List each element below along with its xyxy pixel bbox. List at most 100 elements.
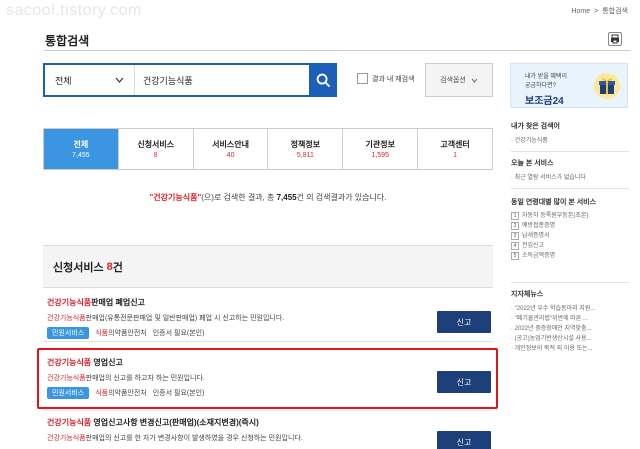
item-department: 식품의약품안전처 (95, 328, 147, 338)
popular-item[interactable]: 3 납세증명서 (511, 231, 629, 241)
dept-keyword: 식품 (95, 330, 109, 337)
list-item: 건강기능식품판매업 폐업신고 건강기능식품판매업(유통전문판매업 및 일반판매업… (43, 297, 493, 347)
rank-badge: 5 (511, 252, 519, 260)
tab-count: 1 (453, 152, 457, 159)
result-in-checkbox[interactable] (357, 73, 368, 84)
news-item[interactable]: · 2022년 중증장애인 지역맞춤... (511, 324, 629, 334)
recent-services: 오늘 본 서비스 · 최근 열람 서비스가 없습니다 (511, 158, 629, 183)
item-title-keyword: 건강기능식품 (47, 418, 92, 427)
summary-suffix: 건 의 검색결과가 있습니다. (296, 193, 387, 202)
item-description: 건강기능식품판매업(유통전문판매업 및 일반판매업) 폐업 시 신고하는 민원입… (47, 313, 284, 323)
popular-item[interactable]: 5 소득금액증명 (511, 251, 629, 261)
tab-count: 8 (153, 152, 158, 159)
search-button[interactable] (309, 63, 337, 97)
section-title: 신청서비스 (53, 261, 104, 274)
banner-line1: 내가 받을 혜택이 (525, 74, 567, 80)
item-description: 건강기능식품판매업의 신고를 한 자가 변경사항이 발생하였을 경우 신청하는 … (47, 433, 303, 443)
page-title: 통합검색 (45, 34, 90, 48)
side-divider (511, 151, 629, 152)
tab-label: 고객센터 (440, 140, 470, 149)
search-category-value: 전체 (55, 75, 72, 86)
search-options-button[interactable]: 검색옵션 (425, 63, 493, 97)
result-tabs: 전체 7,455 신청서비스 8 서비스안내 40 정책정보 5,811 기관정… (43, 128, 493, 170)
recent-title: 오늘 본 서비스 (511, 160, 554, 167)
highlight-box (37, 348, 498, 409)
popular-item[interactable]: 4 전입신고 (511, 241, 629, 251)
tab-policy-info[interactable]: 정책정보 5,811 (268, 129, 344, 169)
dept-text: 의약품안전처 (108, 330, 147, 337)
tab-count: 5,811 (296, 152, 314, 159)
popular-item-label: 자동차 등록원부등본(초본) (522, 213, 589, 219)
banner-brand: 보조금24 (525, 96, 564, 107)
search-icon (316, 73, 330, 87)
tab-agency-info[interactable]: 기관정보 1,595 (343, 129, 419, 169)
popular-item[interactable]: 1 자동차 등록원부등본(초본) (511, 211, 629, 221)
banner-line2: 궁금하다면? (525, 83, 556, 89)
item-desc-text: 판매업(유통전문판매업 및 일반판매업) 폐업 시 신고하는 민원입니다. (85, 315, 285, 322)
tab-count: 40 (226, 152, 235, 159)
apply-button[interactable]: 신고 (437, 431, 491, 449)
search-category-select[interactable]: 전체 (45, 65, 135, 95)
summary-keyword: "건강기능식품" (149, 193, 202, 202)
popular-item-label: 예방접종증명 (522, 223, 556, 229)
tab-customer-center[interactable]: 고객센터 1 (418, 129, 492, 169)
search-input[interactable] (135, 65, 335, 95)
print-icon (611, 34, 619, 44)
popular-item-label: 소득금액증명 (522, 253, 556, 259)
side-divider (511, 188, 629, 189)
item-divider (43, 341, 493, 342)
result-in-label: 결과 내 재검색 (372, 75, 415, 83)
tab-label: 정책정보 (290, 140, 321, 149)
my-search-item[interactable]: · 건강기능식품 (511, 136, 629, 146)
news-item[interactable]: · 개인정보의 목적 외 이용 또는... (511, 344, 629, 354)
tab-label: 서비스안내 (212, 140, 249, 149)
item-title[interactable]: 건강기능식품 영업신고사항 변경신고(판매업)(소재지변경)(즉시) (47, 417, 259, 428)
rank-badge: 1 (511, 212, 519, 220)
item-title-text: 영업신고사항 변경신고(판매업)(소재지변경)(즉시) (91, 418, 259, 427)
result-in-search[interactable]: 결과 내 재검색 (357, 73, 415, 84)
tab-apply-service[interactable]: 신청서비스 8 (119, 129, 194, 169)
apply-button[interactable]: 신고 (437, 311, 491, 333)
news-item[interactable]: · "2022년 우수 학습동아리 지원... (511, 304, 629, 314)
tab-all[interactable]: 전체 7,455 (44, 129, 119, 169)
summary-total: 7,455 (276, 193, 297, 202)
service-badge: 민원서비스 (47, 327, 90, 339)
item-divider (43, 410, 493, 411)
title-divider (44, 50, 630, 51)
news-item[interactable]: · "폐기물관리법"위반에 따른 ... (511, 314, 629, 324)
local-news: 지자체뉴스 · "2022년 우수 학습동아리 지원... · "폐기물관리법"… (511, 289, 629, 354)
gift-icon (594, 73, 620, 99)
summary-prefix: (으)로 검색한 결과, 총 (201, 193, 277, 202)
my-searches-title: 내가 찾은 검색어 (511, 123, 560, 130)
my-searches: 내가 찾은 검색어 · 건강기능식품 (511, 121, 629, 146)
item-cert: 인증서 필요(본인) (152, 330, 205, 337)
side-divider (511, 282, 629, 283)
tab-label: 기관정보 (365, 140, 395, 149)
tab-label: 신청서비스 (137, 140, 175, 149)
item-desc-keyword: 건강기능식품 (47, 315, 86, 322)
tab-service-guide[interactable]: 서비스안내 40 (194, 129, 269, 169)
popular-title: 동일 연령대별 많이 본 서비스 (511, 199, 597, 206)
list-item: 건강기능식품 영업신고사항 변경신고(판매업)(소재지변경)(즉시) 건강기능식… (43, 417, 493, 449)
item-meta: 민원서비스 식품의약품안전처 인증서 필요(본인) (47, 327, 204, 339)
tab-label: 전체 (73, 140, 89, 149)
popular-item[interactable]: 2 예방접종증명 (511, 221, 629, 231)
search-box: 전체 (43, 63, 337, 97)
news-item[interactable]: · (공고)농업기반생산시설 사용... (511, 334, 629, 344)
news-title: 지자체뉴스 (511, 291, 544, 298)
search-options-label: 검색옵션 (440, 77, 466, 84)
breadcrumb-current: 통합검색 (602, 8, 628, 15)
item-title[interactable]: 건강기능식품판매업 폐업신고 (47, 297, 145, 308)
item-desc-text: 판매업의 신고를 한 자가 변경사항이 발생하였을 경우 신청하는 민원입니다. (85, 435, 303, 442)
rank-badge: 3 (511, 232, 519, 240)
breadcrumb: Home > 통합검색 (571, 6, 628, 16)
breadcrumb-separator: > (594, 7, 599, 15)
print-button[interactable] (608, 32, 622, 46)
popular-item-label: 납세증명서 (522, 233, 550, 239)
subsidy-banner[interactable]: 내가 받을 혜택이궁금하다면? 보조금24 (510, 63, 628, 108)
item-title-text: 판매업 폐업신고 (91, 298, 145, 307)
breadcrumb-home[interactable]: Home (571, 8, 590, 15)
tab-count: 1,595 (371, 152, 389, 159)
rank-badge: 2 (511, 222, 519, 230)
item-title-keyword: 건강기능식품 (47, 298, 92, 307)
